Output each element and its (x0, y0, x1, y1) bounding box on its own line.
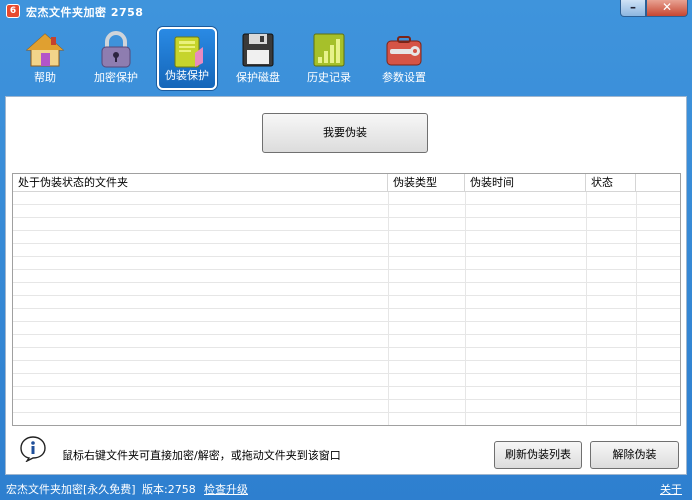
main-toolbar: 帮助 加密保护 伪装保护 保护磁盘 历史记录 参数设置 (0, 22, 692, 94)
check-update-link[interactable]: 检查升级 (204, 481, 248, 497)
toolbar-history[interactable]: 历史记录 (299, 27, 359, 90)
disguise-button[interactable]: 我要伪装 (262, 113, 428, 153)
remove-disguise-button[interactable]: 解除伪装 (590, 441, 679, 469)
table-header: 处于伪装状态的文件夹 伪装类型 伪装时间 状态 (13, 174, 680, 192)
table-row (13, 348, 680, 361)
title-bar[interactable]: 6 宏杰文件夹加密 2758 – ✕ (0, 0, 692, 22)
table-row (13, 335, 680, 348)
disguise-panel: 我要伪装 处于伪装状态的文件夹 伪装类型 伪装时间 状态 鼠标右键文件夹可直接加… (5, 96, 687, 475)
history-chart-icon (313, 33, 345, 67)
table-row (13, 218, 680, 231)
version-label: 版本:2758 (142, 483, 196, 496)
toolbar-history-label: 历史记录 (307, 71, 351, 84)
table-row (13, 296, 680, 309)
lock-icon (101, 31, 131, 68)
table-row (13, 244, 680, 257)
floppy-disk-icon (242, 33, 274, 67)
table-row (13, 400, 680, 413)
disguise-book-icon (174, 36, 203, 68)
minimize-button[interactable]: – (620, 0, 646, 17)
table-row (13, 413, 680, 425)
toolbar-protect-disk-label: 保护磁盘 (236, 71, 280, 84)
toolbar-protect-disk[interactable]: 保护磁盘 (228, 27, 288, 90)
table-row (13, 205, 680, 218)
about-link[interactable]: 关于 (660, 481, 682, 497)
table-row (13, 231, 680, 244)
close-button[interactable]: ✕ (646, 0, 688, 17)
column-header-folder[interactable]: 处于伪装状态的文件夹 (13, 174, 388, 191)
window-title: 宏杰文件夹加密 2758 (26, 6, 144, 19)
toolbar-disguise-label: 伪装保护 (165, 69, 209, 82)
status-bar: 宏杰文件夹加密[永久免费] 版本:2758 检查升级 关于 (0, 478, 692, 500)
table-body (13, 192, 680, 425)
toolbox-settings-icon (386, 36, 422, 66)
table-row (13, 192, 680, 205)
table-row (13, 270, 680, 283)
disguised-folder-list[interactable]: 处于伪装状态的文件夹 伪装类型 伪装时间 状态 (12, 173, 681, 426)
window-controls: – ✕ (620, 0, 688, 18)
column-header-disguise-time[interactable]: 伪装时间 (465, 174, 586, 191)
refresh-list-button[interactable]: 刷新伪装列表 (494, 441, 582, 469)
column-header-disguise-type[interactable]: 伪装类型 (388, 174, 465, 191)
table-row (13, 322, 680, 335)
table-row (13, 309, 680, 322)
toolbar-settings[interactable]: 参数设置 (374, 27, 434, 90)
table-row (13, 361, 680, 374)
app-logo-icon[interactable]: 6 (6, 4, 20, 18)
toolbar-help-label: 帮助 (34, 71, 56, 84)
toolbar-encrypt-label: 加密保护 (94, 71, 138, 84)
info-icon (20, 436, 46, 462)
table-row (13, 257, 680, 270)
toolbar-disguise[interactable]: 伪装保护 (157, 27, 217, 90)
table-row (13, 283, 680, 296)
home-icon (25, 33, 65, 67)
table-row (13, 387, 680, 400)
toolbar-settings-label: 参数设置 (382, 71, 426, 84)
product-status: 宏杰文件夹加密[永久免费] (6, 483, 136, 496)
app-window: 6 宏杰文件夹加密 2758 – ✕ 帮助 加密保护 伪装保护 保护磁盘 历史记… (0, 0, 692, 500)
usage-hint: 鼠标右键文件夹可直接加密/解密，或拖动文件夹到该窗口 (62, 449, 341, 462)
toolbar-help[interactable]: 帮助 (15, 27, 75, 90)
column-header-status[interactable]: 状态 (586, 174, 636, 191)
table-row (13, 374, 680, 387)
toolbar-encrypt[interactable]: 加密保护 (86, 27, 146, 90)
